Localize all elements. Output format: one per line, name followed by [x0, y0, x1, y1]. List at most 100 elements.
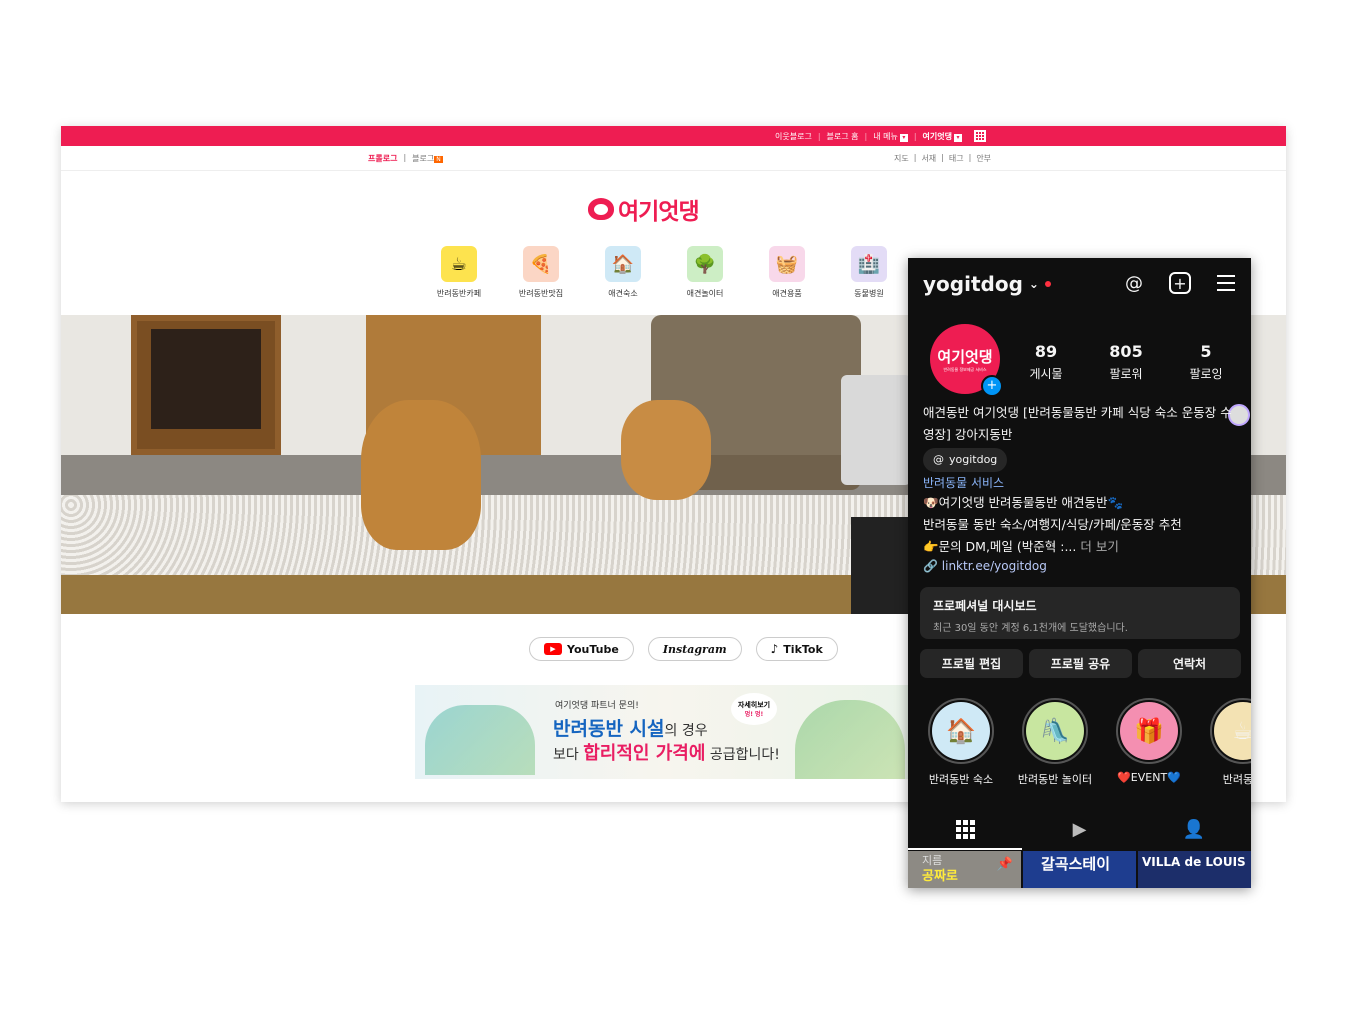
- notification-dot: [1044, 281, 1051, 287]
- bio-line: 반려동물 동반 숙소/여행지/식당/카페/운동장 추천: [923, 517, 1182, 532]
- tiktok-button[interactable]: ♪ TikTok: [755, 637, 838, 661]
- neighbor-blog-link[interactable]: 이웃블로그: [775, 131, 812, 142]
- tab-prologue[interactable]: 프롤로그: [368, 153, 397, 164]
- avatar[interactable]: 여기엇댕 반려동물 정보제공 서비스 +: [930, 324, 1003, 397]
- youtube-button[interactable]: ▶ YouTube: [529, 637, 634, 661]
- category-hospital[interactable]: 🏥 동물병원: [845, 246, 893, 299]
- coffee-icon: ☕: [1214, 702, 1251, 760]
- tab-posts[interactable]: [908, 810, 1023, 850]
- tab-blog[interactable]: 블로그 N: [412, 153, 443, 164]
- post-thumbnail[interactable]: VILLA de LOUIS: [1138, 851, 1251, 888]
- divider: |: [941, 153, 944, 162]
- new-badge: N: [434, 156, 443, 163]
- stat-posts[interactable]: 89 게시물: [1026, 342, 1066, 382]
- banner-more-badge[interactable]: 자세히보기 멍! 멍!: [731, 693, 777, 725]
- bio-line3: 👉문의 DM,메일 (박준혁 :...: [923, 539, 1077, 554]
- tab-tagged[interactable]: 👤: [1137, 810, 1251, 848]
- divider: |: [864, 131, 868, 141]
- pizza-icon: 🍕: [523, 246, 559, 282]
- menu-icon[interactable]: [1215, 272, 1237, 294]
- tab-tag[interactable]: 태그: [949, 153, 964, 164]
- banner-line2: 보다 합리적인 가격에 공급합니다!: [553, 739, 780, 765]
- blog-logo[interactable]: 여기엇댕: [588, 192, 700, 226]
- instagram-label: Instagram: [662, 642, 727, 656]
- divider: |: [913, 153, 917, 162]
- stat-following[interactable]: 5 팔로잉: [1186, 342, 1226, 382]
- dashboard-subtitle: 최근 30일 동안 계정 6.1천개에 도달했습니다.: [933, 623, 1128, 634]
- avatar-subtext: 반려동물 정보제공 서비스: [943, 366, 987, 372]
- basket-icon: 🧺: [769, 246, 805, 282]
- tab-library[interactable]: 서재: [921, 153, 936, 164]
- partner-banner[interactable]: 여기엇댕 파트너 문의! 반려동반 시설의 경우 보다 합리적인 가격에 공급합…: [415, 685, 915, 779]
- dog-face-icon: [588, 198, 614, 220]
- threads-icon[interactable]: @: [1123, 272, 1145, 294]
- post-thumbnail[interactable]: 갈곡스테이: [1023, 851, 1136, 888]
- category-cafe[interactable]: ☕ 반려동반카페: [435, 246, 483, 299]
- stat-value: 5: [1200, 342, 1212, 361]
- profile-link[interactable]: 🔗 linktr.ee/yogitdog: [923, 558, 1233, 574]
- divider: |: [817, 131, 821, 141]
- tab-blog-label: 블로그: [412, 154, 435, 163]
- post-text: VILLA de LOUIS: [1142, 855, 1246, 869]
- account-switcher[interactable]: yogitdog ⌄: [923, 272, 1051, 296]
- my-menu-link[interactable]: 내 메뉴 ▾: [873, 131, 908, 142]
- highlight-item[interactable]: 🎁 ❤️EVENT💙: [1114, 698, 1184, 787]
- post-text: 갈곡스테이: [1041, 855, 1111, 873]
- divider: |: [968, 153, 972, 162]
- tiktok-icon: ♪: [770, 642, 779, 656]
- apps-grid-icon[interactable]: [974, 130, 986, 142]
- grid-icon: [955, 819, 975, 839]
- post-thumbnail[interactable]: 지름 공짜로 📌: [908, 851, 1021, 888]
- category-restaurant[interactable]: 🍕 반려동반맛집: [517, 246, 565, 299]
- profile-stats: 89 게시물 805 팔로워 5 팔로잉: [1026, 342, 1226, 382]
- tab-map[interactable]: 지도: [894, 153, 909, 164]
- share-profile-button[interactable]: 프로필 공유: [1029, 649, 1132, 678]
- profile-tabs: ▶ 👤: [908, 810, 1251, 850]
- category-lodging[interactable]: 🏠 애견숙소: [599, 246, 647, 299]
- banner-line1-rest: 의 경우: [664, 723, 708, 739]
- blog-topbar: 이웃블로그 | 블로그 홈 | 내 메뉴 ▾ | 여기엇댕 ▾: [61, 126, 1286, 146]
- tab-reels[interactable]: ▶: [1022, 810, 1136, 848]
- blog-name-menu[interactable]: 여기엇댕 ▾: [923, 131, 962, 142]
- pin-icon: 📌: [996, 857, 1013, 872]
- reels-icon: ▶: [1072, 818, 1087, 840]
- tiktok-label: TikTok: [783, 642, 823, 656]
- divider: |: [913, 131, 917, 141]
- banner-line1-bold: 반려동반 시설: [553, 718, 665, 740]
- highlight-item[interactable]: 🛝 반려동반 놀이터: [1018, 698, 1092, 787]
- category-label: 반려동반카페: [436, 289, 482, 298]
- profile-category: 반려동물 서비스: [923, 476, 1005, 490]
- category-playground[interactable]: 🌳 애견놀이터: [681, 246, 729, 299]
- banner-line1: 반려동반 시설의 경우: [553, 714, 708, 741]
- instagram-button[interactable]: Instagram: [647, 637, 742, 661]
- add-story-icon[interactable]: +: [981, 375, 1003, 397]
- category-label: 애견용품: [772, 289, 802, 298]
- professional-dashboard[interactable]: 프로페셔널 대시보드 최근 30일 동안 계정 6.1천개에 도달했습니다.: [920, 587, 1240, 639]
- threads-badge[interactable]: @ yogitdog: [923, 448, 1008, 472]
- contact-button[interactable]: 연락처: [1138, 649, 1241, 678]
- highlight-item[interactable]: 🏠 반려동반 숙소: [926, 698, 996, 787]
- banner-subtitle: 여기엇댕 파트너 문의!: [555, 701, 639, 711]
- bio-name: 애견동반 여기엇댕 [반려동물동반 카페 식당 숙소 운동장 수영장] 강아지동…: [923, 405, 1232, 442]
- tab-about[interactable]: 안부: [976, 153, 991, 164]
- house-icon: 🏠: [605, 246, 641, 282]
- profile-bio: 애견동반 여기엇댕 [반려동물동반 카페 식당 숙소 운동장 수영장] 강아지동…: [923, 402, 1233, 574]
- create-icon[interactable]: +: [1169, 272, 1191, 294]
- my-menu-label: 내 메뉴: [873, 131, 898, 141]
- blog-home-link[interactable]: 블로그 홈: [827, 131, 859, 142]
- house-icon: 🏠: [932, 702, 990, 760]
- category-menu: ☕ 반려동반카페 🍕 반려동반맛집 🏠 애견숙소 🌳 애견놀이터 🧺 애견용품 …: [435, 246, 893, 299]
- social-links: ▶ YouTube Instagram ♪ TikTok: [529, 637, 838, 661]
- badge-bottom: 멍! 멍!: [744, 711, 764, 718]
- more-link[interactable]: 더 보기: [1080, 539, 1118, 554]
- category-supplies[interactable]: 🧺 애견용품: [763, 246, 811, 299]
- highlight-item[interactable]: ☕ 반려동반: [1208, 698, 1251, 787]
- category-label: 애견숙소: [608, 289, 638, 298]
- dropdown-icon: ▾: [954, 133, 962, 142]
- edit-profile-button[interactable]: 프로필 편집: [920, 649, 1023, 678]
- profile-link-text: linktr.ee/yogitdog: [941, 559, 1047, 573]
- bio-line: 👉문의 DM,메일 (박준혁 :... 더 보기: [923, 536, 1233, 558]
- stat-value: 89: [1034, 342, 1058, 361]
- stat-label: 팔로워: [1109, 367, 1143, 381]
- stat-followers[interactable]: 805 팔로워: [1106, 342, 1146, 382]
